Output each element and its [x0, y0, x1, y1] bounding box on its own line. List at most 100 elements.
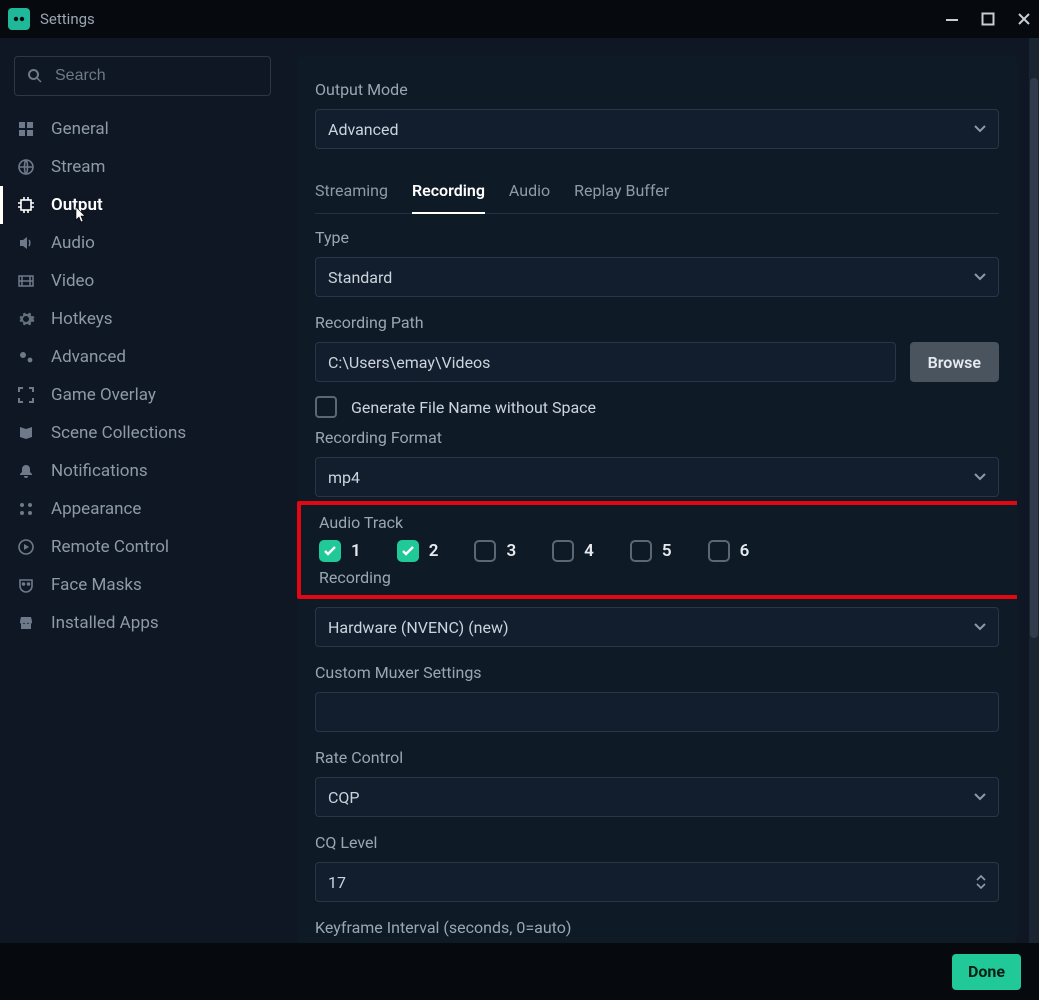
tab-recording[interactable]: Recording — [412, 171, 485, 214]
chip-icon — [15, 196, 37, 214]
sidebar-item-hotkeys[interactable]: Hotkeys — [0, 300, 271, 338]
input-value: C:\Users\emay\Videos — [328, 353, 490, 372]
generate-filename-checkbox[interactable] — [315, 396, 337, 418]
search-input-container[interactable] — [14, 56, 271, 96]
sidebar-item-label: Notifications — [51, 461, 148, 481]
audio-track-3-checkbox[interactable] — [474, 540, 496, 562]
muxer-input[interactable] — [315, 692, 999, 732]
sidebar-item-label: General — [51, 119, 109, 139]
recording-format-select[interactable]: mp4 — [315, 457, 999, 497]
select-value: CQP — [328, 788, 360, 807]
rate-control-label: Rate Control — [315, 748, 999, 767]
sidebar-item-label: Game Overlay — [51, 385, 156, 405]
sidebar-item-label: Face Masks — [51, 575, 142, 595]
audio-track-4-checkbox[interactable] — [552, 540, 574, 562]
sidebar-item-label: Appearance — [51, 499, 141, 519]
encoder-select[interactable]: Hardware (NVENC) (new) — [315, 607, 999, 647]
sidebar-nav: General Stream Output Audio Video — [14, 110, 271, 642]
cq-level-input[interactable]: 17 — [315, 862, 999, 902]
search-icon — [27, 68, 43, 84]
sidebar-item-face-masks[interactable]: Face Masks — [0, 566, 271, 604]
sidebar-item-installed-apps[interactable]: Installed Apps — [0, 604, 271, 642]
sidebar-item-advanced[interactable]: Advanced — [0, 338, 271, 376]
recording-format-label: Recording Format — [315, 428, 999, 447]
globe-icon — [15, 158, 37, 176]
window-maximize-button[interactable] — [981, 12, 995, 26]
audio-track-5-label: 5 — [662, 541, 672, 561]
sidebar-item-label: Installed Apps — [51, 613, 159, 633]
recording-path-label: Recording Path — [315, 313, 999, 332]
chevron-down-icon — [976, 883, 986, 889]
recording-path-input[interactable]: C:\Users\emay\Videos — [315, 342, 896, 382]
sidebar-item-video[interactable]: Video — [0, 262, 271, 300]
audio-track-5-checkbox[interactable] — [630, 540, 652, 562]
collections-icon — [15, 424, 37, 442]
window-minimize-button[interactable] — [945, 12, 959, 26]
audio-track-6-checkbox[interactable] — [708, 540, 730, 562]
tab-replay-buffer[interactable]: Replay Buffer — [574, 171, 669, 213]
settings-panel: Output Mode Advanced Streaming Recording… — [297, 56, 1017, 944]
scrollbar-thumb[interactable] — [1030, 78, 1038, 638]
app-logo-icon — [8, 8, 30, 30]
audio-track-row: 1 2 3 4 — [319, 540, 999, 562]
audio-track-6-label: 6 — [740, 541, 750, 561]
chevron-down-icon — [974, 623, 986, 631]
browse-button[interactable]: Browse — [910, 342, 999, 382]
chevron-down-icon — [974, 793, 986, 801]
sidebar-item-output[interactable]: Output — [0, 186, 271, 224]
sidebar-item-label: Audio — [51, 233, 95, 253]
audio-track-1-label: 1 — [351, 541, 361, 561]
sidebar-item-appearance[interactable]: Appearance — [0, 490, 271, 528]
film-icon — [15, 272, 37, 290]
mask-icon — [15, 576, 37, 594]
window-title: Settings — [40, 10, 95, 28]
recording-encoder-label: Recording — [319, 568, 999, 587]
done-button[interactable]: Done — [952, 954, 1021, 990]
sidebar-item-notifications[interactable]: Notifications — [0, 452, 271, 490]
sidebar-item-label: Scene Collections — [51, 423, 186, 443]
rate-control-select[interactable]: CQP — [315, 777, 999, 817]
type-select[interactable]: Standard — [315, 257, 999, 297]
audio-track-2-checkbox[interactable] — [397, 540, 419, 562]
numeric-spinner[interactable] — [976, 875, 986, 889]
titlebar: Settings — [0, 0, 1039, 38]
muxer-label: Custom Muxer Settings — [315, 663, 999, 682]
footer: Done — [0, 943, 1039, 1000]
audio-track-2-label: 2 — [429, 541, 439, 561]
sidebar-item-audio[interactable]: Audio — [0, 224, 271, 262]
input-value: 17 — [328, 873, 346, 892]
gear-icon — [15, 310, 37, 328]
cursor-icon — [73, 206, 89, 224]
tab-audio[interactable]: Audio — [509, 171, 550, 213]
output-mode-select[interactable]: Advanced — [315, 109, 999, 149]
sidebar-item-game-overlay[interactable]: Game Overlay — [0, 376, 271, 414]
output-tabs: Streaming Recording Audio Replay Buffer — [315, 171, 999, 214]
output-mode-label: Output Mode — [315, 80, 999, 99]
sidebar-item-scene-collections[interactable]: Scene Collections — [0, 414, 271, 452]
tab-streaming[interactable]: Streaming — [315, 171, 388, 213]
scrollbar[interactable] — [1029, 38, 1039, 1000]
select-value: Advanced — [328, 120, 399, 139]
sidebar-item-label: Video — [51, 271, 94, 291]
sidebar-item-label: Remote Control — [51, 537, 169, 557]
play-circle-icon — [15, 538, 37, 556]
audio-track-label: Audio Track — [319, 513, 999, 532]
expand-icon — [15, 387, 37, 403]
sidebar-item-remote-control[interactable]: Remote Control — [0, 528, 271, 566]
audio-track-4-label: 4 — [584, 541, 594, 561]
audio-track-1-checkbox[interactable] — [319, 540, 341, 562]
chevron-down-icon — [974, 125, 986, 133]
gears-icon — [15, 348, 37, 366]
select-value: mp4 — [328, 468, 360, 487]
window-close-button[interactable] — [1017, 12, 1031, 26]
select-value: Standard — [328, 268, 392, 287]
audio-track-highlight: Audio Track 1 2 — [297, 501, 1017, 599]
grid-icon — [15, 121, 37, 137]
bell-icon — [15, 463, 37, 479]
sidebar-item-general[interactable]: General — [0, 110, 271, 148]
search-input[interactable] — [53, 66, 258, 86]
chevron-down-icon — [974, 473, 986, 481]
sidebar-item-label: Hotkeys — [51, 309, 113, 329]
sidebar-item-stream[interactable]: Stream — [0, 148, 271, 186]
sidebar: General Stream Output Audio Video — [0, 38, 285, 943]
